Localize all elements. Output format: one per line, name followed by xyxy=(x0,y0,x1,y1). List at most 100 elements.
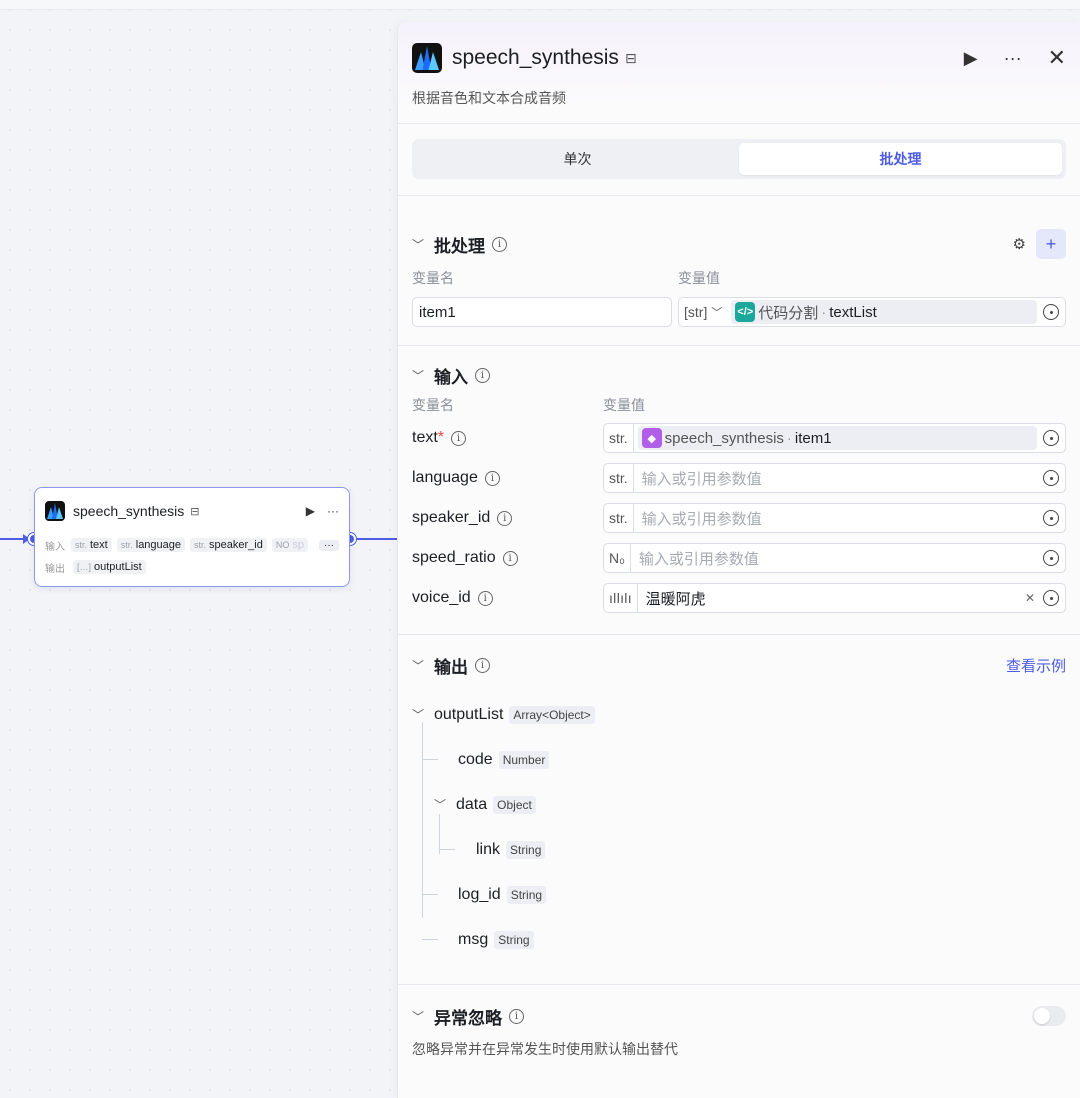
type-tag: Array<Object> xyxy=(509,705,595,724)
chevron-down-icon[interactable]: ﹀ xyxy=(434,796,456,813)
info-icon[interactable]: i xyxy=(502,550,518,566)
voice-value: 温暖阿虎 xyxy=(645,590,706,608)
node-inputs-row: 输入 str. text str. language str. speaker_id … xyxy=(35,534,349,556)
canvas-node-speech-synthesis[interactable]: speech_synthesis ⊟ ▶ ··· 输入 str. text str… xyxy=(34,487,350,587)
node-input-tag: str. language xyxy=(116,538,186,552)
node-config-panel: speech_synthesis ⊟ ▶ ··· ✕ 根据音色和文本合成音频 单… xyxy=(397,22,1080,1098)
required-mark: * xyxy=(437,429,445,446)
info-icon[interactable]: i xyxy=(451,430,467,446)
batch-title: 批处理 xyxy=(434,236,485,256)
close-icon[interactable]: ✕ xyxy=(1048,45,1066,71)
col-var-name: 变量名 xyxy=(412,270,454,286)
type-tag: Number xyxy=(498,750,550,769)
tree-item-code: code Number xyxy=(412,737,1066,782)
more-inputs-pill[interactable]: ··· xyxy=(319,539,339,551)
speech-synthesis-logo-icon xyxy=(412,43,442,73)
info-icon[interactable]: i xyxy=(484,470,500,486)
language-value-input[interactable]: str. 输入或引用参数值 xyxy=(603,463,1066,493)
reference-target-icon[interactable] xyxy=(1043,590,1059,606)
reference-target-icon[interactable] xyxy=(1043,550,1059,566)
exception-title: 异常忽略 xyxy=(434,1008,502,1028)
ref-source: 代码分割 xyxy=(758,304,819,322)
batch-var-value-field[interactable]: [str] ﹀ </> 代码分割 · textList xyxy=(678,297,1066,327)
tree-item-log-id: log_id String xyxy=(412,872,1066,917)
type-chip: str. xyxy=(604,504,634,532)
speaker-id-value-input[interactable]: str. 输入或引用参数值 xyxy=(603,503,1066,533)
more-icon[interactable]: ··· xyxy=(327,504,339,518)
clear-icon[interactable]: ✕ xyxy=(1025,591,1035,605)
info-icon[interactable]: i xyxy=(497,510,513,526)
ref-field: item1 xyxy=(794,429,832,447)
gear-icon[interactable]: ⚙ xyxy=(1013,235,1026,253)
field-name: msg xyxy=(458,930,489,948)
chevron-down-icon[interactable]: ﹀ xyxy=(412,1008,434,1025)
reference-target-icon[interactable] xyxy=(1043,304,1059,320)
reference-target-icon[interactable] xyxy=(1043,470,1059,486)
more-icon[interactable]: ··· xyxy=(1004,48,1022,69)
tree-item-msg: msg String xyxy=(412,917,1066,962)
chevron-down-icon[interactable]: ﹀ xyxy=(412,236,434,253)
col-var-value: 变量值 xyxy=(603,397,645,413)
mode-tabs: 单次 批处理 xyxy=(412,139,1066,179)
info-icon[interactable]: i xyxy=(475,367,490,383)
col-var-name: 变量名 xyxy=(412,397,454,413)
reference-target-icon[interactable] xyxy=(1043,510,1059,526)
chevron-down-icon: ﹀ xyxy=(711,307,723,319)
add-batch-variable-button[interactable]: + xyxy=(1036,229,1066,259)
node-output-tag: […] outputList xyxy=(73,560,146,574)
node-input-tag: str. speaker_id xyxy=(190,538,267,552)
text-ref-chip[interactable]: ◆ speech_synthesis · item1 xyxy=(637,426,1037,450)
input-row-text: text * i str. ◆ speech_synthesis · item1 xyxy=(412,418,1066,458)
field-name: link xyxy=(476,840,501,858)
tab-single[interactable]: 单次 xyxy=(416,143,739,175)
chevron-down-icon[interactable]: ﹀ xyxy=(412,367,434,384)
placeholder: 输入或引用参数值 xyxy=(641,470,762,488)
input-name: speed_ratio xyxy=(412,549,496,566)
node-input-tag: str. text xyxy=(70,538,112,552)
chevron-down-icon[interactable]: ﹀ xyxy=(412,657,434,674)
voice-id-select[interactable]: ıǀǀıǀı 温暖阿虎 ✕ xyxy=(603,583,1066,613)
input-section: ﹀ 输入 i 变量名 变量值 text * i str. ◆ speech_synt… xyxy=(398,346,1080,635)
run-icon[interactable]: ▶ xyxy=(964,48,978,69)
node-output-label: 输出 xyxy=(45,563,65,575)
field-name: data xyxy=(456,795,488,813)
panel-title: speech_synthesis xyxy=(452,46,619,69)
node-input-tag: NO sp xyxy=(271,538,308,552)
store-icon: ⊟ xyxy=(624,49,637,66)
info-icon[interactable]: i xyxy=(509,1008,524,1024)
type-tag: String xyxy=(506,885,547,904)
tree-item-data[interactable]: ﹀ data Object xyxy=(412,782,1066,827)
batch-var-name-input[interactable]: item1 xyxy=(412,297,672,327)
exception-description: 忽略异常并在异常发生时使用默认输出替代 xyxy=(412,1041,678,1057)
field-name: outputList xyxy=(434,705,504,723)
waveform-icon: ıǀǀıǀı xyxy=(604,584,638,612)
type-select[interactable]: [str] ﹀ xyxy=(679,298,727,326)
input-title: 输入 xyxy=(434,367,468,387)
tab-batch[interactable]: 批处理 xyxy=(739,143,1062,175)
speech-synthesis-logo-icon xyxy=(45,501,65,521)
reference-target-icon[interactable] xyxy=(1043,430,1059,446)
cube-icon: ◆ xyxy=(641,428,662,448)
text-value-field[interactable]: str. ◆ speech_synthesis · item1 xyxy=(603,423,1066,453)
type-tag: Object xyxy=(493,795,536,814)
node-title: speech_synthesis xyxy=(73,503,185,519)
input-row-language: language i str. 输入或引用参数值 xyxy=(412,458,1066,498)
exception-section: ﹀ 异常忽略 i 忽略异常并在异常发生时使用默认输出替代 xyxy=(398,985,1080,1059)
node-outputs-row: 输出 […] outputList xyxy=(35,556,349,578)
ref-source: speech_synthesis xyxy=(664,429,784,447)
info-icon[interactable]: i xyxy=(477,590,493,606)
run-icon[interactable]: ▶ xyxy=(306,504,315,518)
type-chip: str. xyxy=(604,424,634,452)
info-icon[interactable]: i xyxy=(475,657,490,673)
speed-ratio-value-input[interactable]: N₀ 输入或引用参数值 xyxy=(603,543,1066,573)
input-name: voice_id xyxy=(412,589,471,606)
info-icon[interactable]: i xyxy=(492,236,507,252)
ref-field: textList xyxy=(829,303,877,321)
view-example-link[interactable]: 查看示例 xyxy=(1006,655,1066,676)
code-icon: </> xyxy=(735,302,756,322)
tree-item-outputlist[interactable]: ﹀ outputList Array<Object> xyxy=(412,692,1066,737)
input-name: language xyxy=(412,469,478,486)
chevron-down-icon[interactable]: ﹀ xyxy=(412,706,434,723)
ignore-exception-toggle[interactable] xyxy=(1032,1006,1066,1026)
batch-ref-chip[interactable]: </> 代码分割 · textList xyxy=(731,300,1037,324)
